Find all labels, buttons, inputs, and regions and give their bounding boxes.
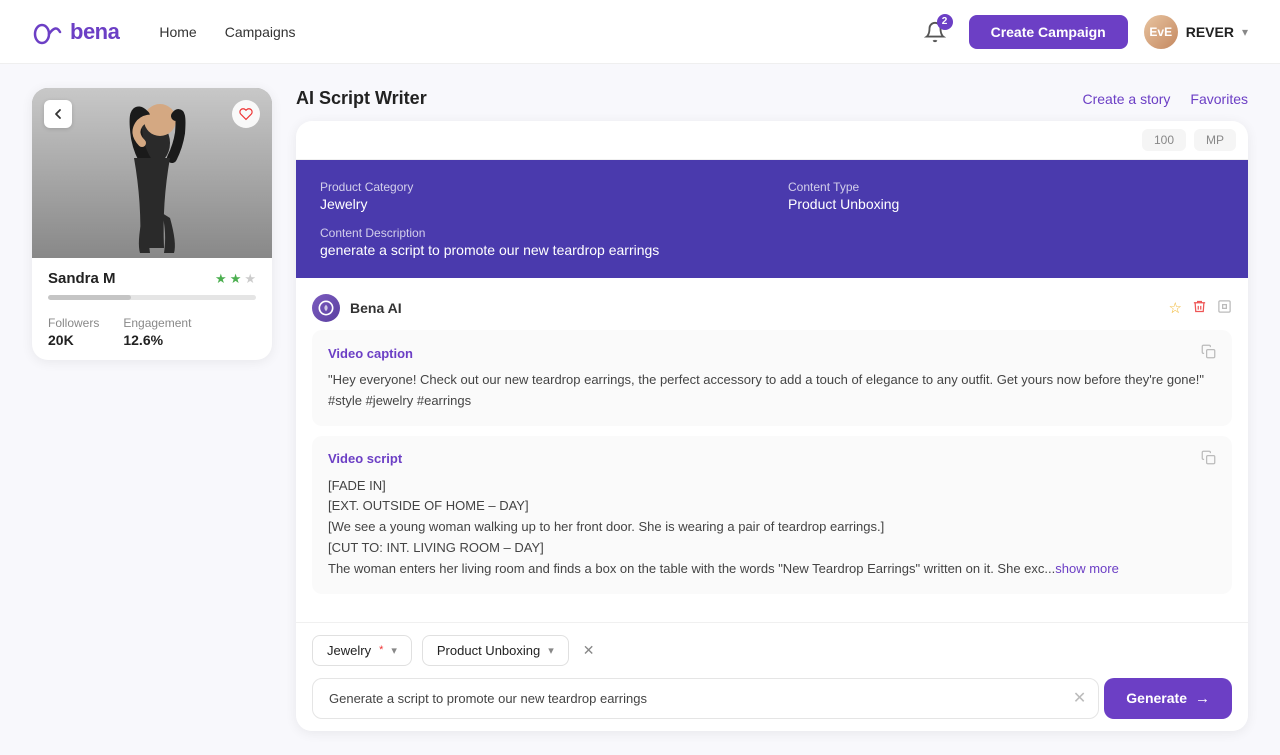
- content-description-label: Content Description: [320, 226, 1224, 240]
- video-script-block: Video script [FADE IN] [EXT. OUTSIDE OF …: [312, 436, 1232, 594]
- jewelry-select[interactable]: Jewelry * ▾: [312, 635, 412, 666]
- star-3: ★: [244, 271, 256, 287]
- jewelry-chevron-icon: ▾: [391, 644, 397, 657]
- ai-sender-name: Bena AI: [350, 300, 402, 316]
- star-icon[interactable]: ☆: [1169, 299, 1182, 317]
- navbar: bena Home Campaigns 2 Create Campaign Ev…: [0, 0, 1280, 64]
- back-icon: [52, 108, 64, 120]
- product-category-field: Product Category Jewelry: [320, 180, 756, 212]
- content-description-value: generate a script to promote our new tea…: [320, 242, 1224, 258]
- script-writer-title: AI Script Writer: [296, 88, 427, 109]
- progress-fill: [48, 295, 131, 300]
- chat-message-actions: ☆: [1169, 299, 1232, 318]
- profile-name-row: Sandra M ★ ★ ★: [48, 270, 256, 287]
- chevron-down-icon: ▾: [1242, 25, 1248, 39]
- notification-badge: 2: [937, 14, 953, 30]
- input-clear-icon[interactable]: ✕: [1073, 688, 1086, 708]
- bottom-bar: Jewelry * ▾ Product Unboxing ▾ ✕ ✕ Gener…: [296, 622, 1248, 731]
- followers-stat: Followers 20K: [48, 316, 99, 348]
- jewelry-label: Jewelry: [327, 643, 371, 658]
- right-panel: AI Script Writer Create a story Favorite…: [296, 88, 1248, 731]
- delete-icon[interactable]: [1192, 299, 1207, 318]
- show-more-link[interactable]: show more: [1055, 561, 1119, 576]
- stars-rating: ★ ★ ★: [215, 271, 256, 287]
- nav-home[interactable]: Home: [159, 24, 196, 40]
- profile-info: Sandra M ★ ★ ★ Followers 20K: [32, 258, 272, 360]
- engagement-value: 12.6%: [123, 332, 191, 348]
- followers-label: Followers: [48, 316, 99, 330]
- create-story-link[interactable]: Create a story: [1082, 91, 1170, 107]
- nav-left: bena Home Campaigns: [32, 16, 296, 48]
- heart-icon: [239, 107, 253, 121]
- chat-sender-row: Bena AI ☆: [312, 294, 1232, 322]
- stats-row: Followers 20K Engagement 12.6%: [48, 316, 256, 348]
- ai-avatar-icon: [316, 298, 336, 318]
- header-actions: Create a story Favorites: [1082, 91, 1248, 107]
- left-panel: Sandra M ★ ★ ★ Followers 20K: [32, 88, 272, 731]
- followers-value: 20K: [48, 332, 99, 348]
- product-category-value: Jewelry: [320, 196, 756, 212]
- ai-avatar: [312, 294, 340, 322]
- content-type-select[interactable]: Product Unboxing ▾: [422, 635, 569, 666]
- info-box-grid: Product Category Jewelry Content Type Pr…: [320, 180, 1224, 212]
- generate-button[interactable]: Generate →: [1104, 678, 1232, 719]
- main-content: Sandra M ★ ★ ★ Followers 20K: [0, 64, 1280, 755]
- nav-campaigns[interactable]: Campaigns: [225, 24, 296, 40]
- copy-caption-icon[interactable]: [1201, 344, 1216, 362]
- content-type-chevron-icon: ▾: [548, 644, 554, 657]
- product-category-label: Product Category: [320, 180, 756, 194]
- star-2: ★: [230, 271, 242, 287]
- content-type-value: Product Unboxing: [788, 196, 1224, 212]
- video-caption-text: "Hey everyone! Check out our new teardro…: [328, 370, 1216, 412]
- chat-sender: Bena AI: [312, 294, 402, 322]
- back-button[interactable]: [44, 100, 72, 128]
- user-avatar: EvE: [1144, 15, 1178, 49]
- chat-area: Bena AI ☆: [296, 278, 1248, 622]
- logo-icon: [32, 16, 64, 48]
- user-name: REVER: [1186, 24, 1234, 40]
- favorites-link[interactable]: Favorites: [1190, 91, 1248, 107]
- video-caption-label: Video caption: [328, 344, 1216, 362]
- ai-message: Bena AI ☆: [312, 294, 1232, 594]
- script-input[interactable]: [312, 678, 1099, 719]
- user-menu[interactable]: EvE REVER ▾: [1144, 15, 1248, 49]
- top-bar-btn-2[interactable]: MP: [1194, 129, 1236, 151]
- engagement-stat: Engagement 12.6%: [123, 316, 191, 348]
- video-caption-block: Video caption "Hey everyone! Check out o…: [312, 330, 1232, 426]
- logo[interactable]: bena: [32, 16, 119, 48]
- script-scroll-area: 100 MP Product Category Jewelry Content …: [296, 121, 1248, 731]
- logo-text: bena: [70, 19, 119, 45]
- engagement-label: Engagement: [123, 316, 191, 330]
- star-1: ★: [215, 271, 227, 287]
- required-marker: *: [379, 644, 383, 656]
- generate-label: Generate: [1126, 690, 1187, 706]
- profile-name: Sandra M: [48, 270, 116, 287]
- info-box: Product Category Jewelry Content Type Pr…: [296, 160, 1248, 278]
- scroll-top-bar: 100 MP: [296, 121, 1248, 160]
- video-script-label: Video script: [328, 450, 1216, 468]
- copy-script-icon[interactable]: [1201, 450, 1216, 468]
- profile-card: Sandra M ★ ★ ★ Followers 20K: [32, 88, 272, 360]
- expand-icon[interactable]: [1217, 299, 1232, 318]
- content-description-field: Content Description generate a script to…: [320, 226, 1224, 258]
- script-writer-header: AI Script Writer Create a story Favorite…: [296, 88, 1248, 109]
- generate-arrow-icon: →: [1195, 690, 1210, 707]
- input-row: ✕ Generate →: [312, 678, 1232, 719]
- content-type-field: Content Type Product Unboxing: [788, 180, 1224, 212]
- nav-right: 2 Create Campaign EvE REVER ▾: [917, 14, 1248, 50]
- content-type-label: Content Type: [788, 180, 1224, 194]
- nav-links: Home Campaigns: [159, 24, 295, 40]
- clear-selects-button[interactable]: ✕: [583, 642, 595, 659]
- profile-image-container: [32, 88, 272, 258]
- notifications-button[interactable]: 2: [917, 14, 953, 50]
- progress-bar: [48, 295, 256, 300]
- create-campaign-button[interactable]: Create Campaign: [969, 15, 1128, 49]
- video-script-text: [FADE IN] [EXT. OUTSIDE OF HOME – DAY] […: [328, 476, 1216, 580]
- content-type-select-label: Product Unboxing: [437, 643, 540, 658]
- favorite-button[interactable]: [232, 100, 260, 128]
- category-selects: Jewelry * ▾ Product Unboxing ▾ ✕: [312, 635, 1232, 666]
- top-bar-btn-1[interactable]: 100: [1142, 129, 1186, 151]
